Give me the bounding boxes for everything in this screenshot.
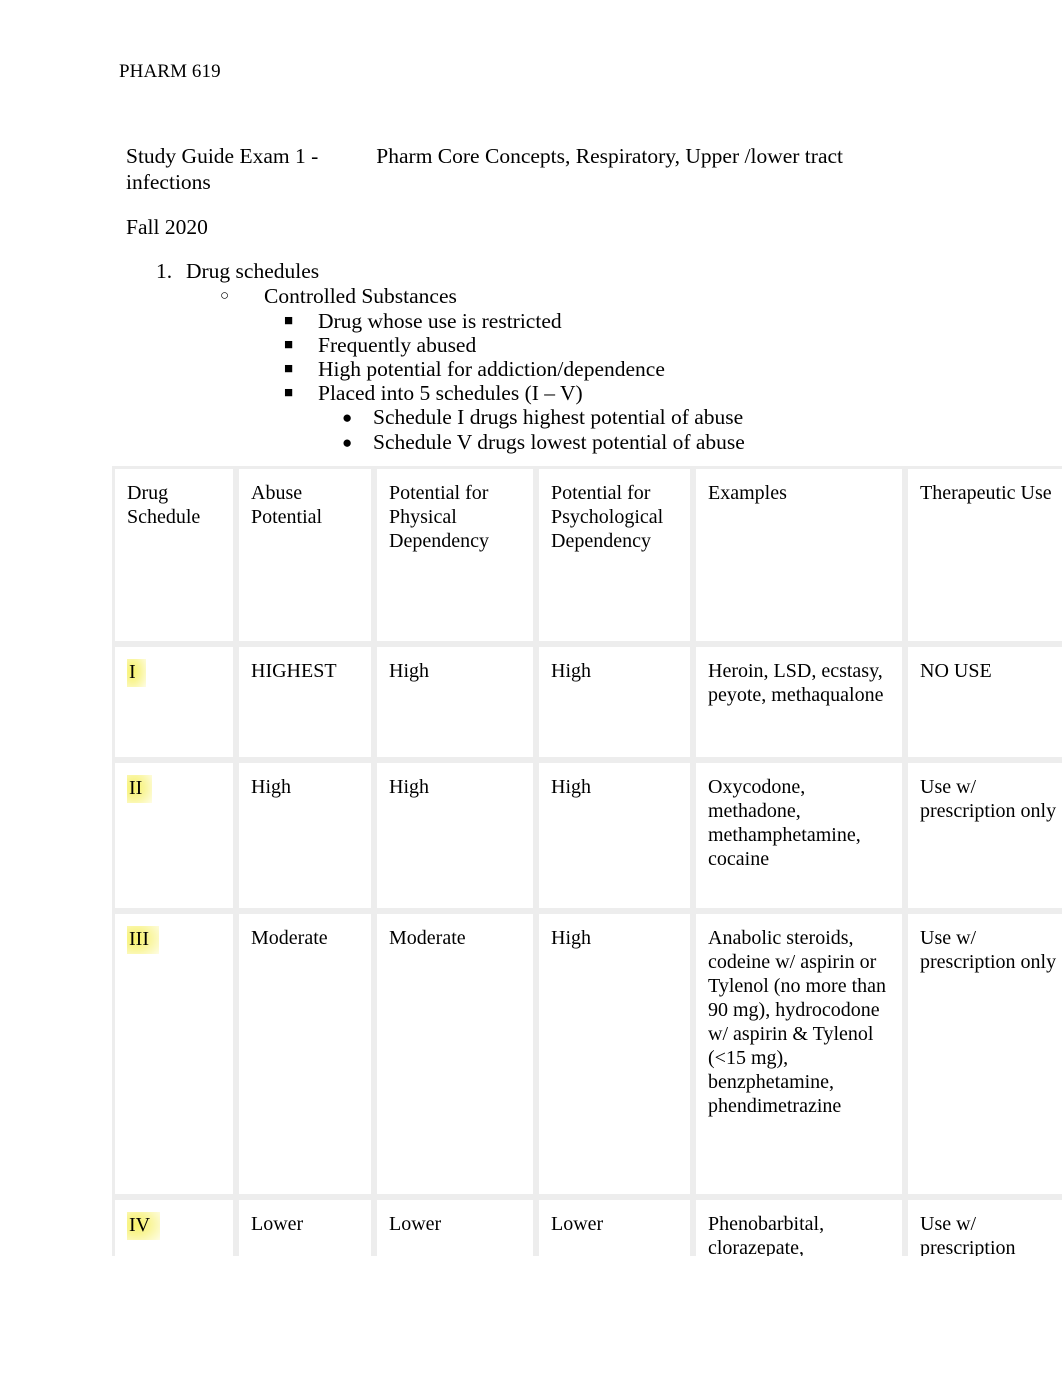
document-page: PHARM 619 Study Guide Exam 1 - Pharm Core… xyxy=(0,0,1062,1377)
schedule-highlight: IV xyxy=(127,1212,161,1240)
table-header-cell-drug-schedule: Drug Schedule xyxy=(112,466,236,644)
outline-item-label: Placed into 5 schedules (I – V) xyxy=(318,381,583,405)
schedule-highlight: II xyxy=(127,775,153,803)
cell-examples: Anabolic steroids, codeine w/ aspirin or… xyxy=(693,911,905,1197)
outline-list: 1. Drug schedules ○ Controlled Substance… xyxy=(126,259,906,455)
cell-physical-dependency: High xyxy=(374,644,536,760)
term-label: Fall 2020 xyxy=(126,215,208,239)
running-head: PHARM 619 xyxy=(119,61,221,82)
cell-therapeutic-use: Use w/ prescription only xyxy=(905,911,1062,1197)
outline-item-label: High potential for addiction/dependence xyxy=(318,357,665,381)
list-marker-square-icon: ■ xyxy=(284,313,294,329)
list-marker-disc-icon: ● xyxy=(342,408,353,427)
cell-examples: Heroin, LSD, ecstasy, peyote, methaqualo… xyxy=(693,644,905,760)
schedule-highlight: I xyxy=(127,659,146,687)
cell-abuse-potential: HIGHEST xyxy=(236,644,374,760)
title-part-1: Study Guide Exam 1 - xyxy=(126,144,319,168)
table-row: I HIGHEST High High Heroin, LSD, ecstasy… xyxy=(112,644,1062,760)
outline-item-label: Controlled Substances xyxy=(264,284,457,308)
outline-item-schedule-i-highest: ● Schedule I drugs highest potential of … xyxy=(342,405,906,430)
cell-psychological-dependency: High xyxy=(536,911,693,1197)
table-header-cell-therapeutic-use: Therapeutic Use xyxy=(905,466,1062,644)
title-part-3: infections xyxy=(126,169,211,194)
table-row: III Moderate Moderate High Anabolic ster… xyxy=(112,911,1062,1197)
outline-item-label: Schedule I drugs highest potential of ab… xyxy=(373,405,744,429)
list-marker-disc-icon: ● xyxy=(342,433,353,452)
table-header-row: Drug Schedule Abuse Potential Potential … xyxy=(112,466,1062,644)
table-row: II High High High Oxycodone, methadone, … xyxy=(112,760,1062,911)
list-marker-square-icon: ■ xyxy=(284,361,294,377)
outline-item-label: Schedule V drugs lowest potential of abu… xyxy=(373,430,745,454)
schedule-highlight: III xyxy=(127,926,159,954)
document-title: Study Guide Exam 1 - Pharm Core Concepts,… xyxy=(126,144,886,195)
cell-abuse-potential: Moderate xyxy=(236,911,374,1197)
cell-examples: Oxycodone, methadone, methamphetamine, c… xyxy=(693,760,905,911)
cell-schedule: III xyxy=(112,911,236,1197)
outline-item-label: Frequently abused xyxy=(318,333,477,357)
cell-schedule: II xyxy=(112,760,236,911)
outline-item-five-schedules: ■ Placed into 5 schedules (I – V) xyxy=(284,381,906,405)
cell-schedule: I xyxy=(112,644,236,760)
outline-item-addiction-dependence: ■ High potential for addiction/dependenc… xyxy=(284,357,906,381)
drug-schedule-table: Drug Schedule Abuse Potential Potential … xyxy=(112,466,1062,1280)
list-marker-square-icon: ■ xyxy=(284,337,294,353)
outline-item-label: Drug schedules xyxy=(186,259,320,283)
table-header-cell-psychological-dependency: Potential for Psychological Dependency xyxy=(536,466,693,644)
cell-physical-dependency: High xyxy=(374,760,536,911)
outline-item-drug-schedules: 1. Drug schedules xyxy=(156,259,906,284)
outline-item-restricted-use: ■ Drug whose use is restricted xyxy=(284,309,906,333)
title-part-2: Pharm Core Concepts, Respiratory, Upper … xyxy=(376,144,843,168)
outline-item-frequently-abused: ■ Frequently abused xyxy=(284,333,906,357)
cell-psychological-dependency: High xyxy=(536,760,693,911)
cell-therapeutic-use: NO USE xyxy=(905,644,1062,760)
cell-physical-dependency: Moderate xyxy=(374,911,536,1197)
table-header-cell-examples: Examples xyxy=(693,466,905,644)
table-header-cell-physical-dependency: Potential for Physical Dependency xyxy=(374,466,536,644)
outline-item-label: Drug whose use is restricted xyxy=(318,309,562,333)
cell-abuse-potential: High xyxy=(236,760,374,911)
cell-therapeutic-use: Use w/ prescription only xyxy=(905,760,1062,911)
page-break-mask xyxy=(0,1256,1062,1377)
list-marker-square-icon: ■ xyxy=(284,385,294,401)
outline-item-controlled-substances: ○ Controlled Substances xyxy=(220,284,906,309)
list-marker-circle-icon: ○ xyxy=(220,288,230,304)
list-marker-decimal: 1. xyxy=(156,259,173,283)
outline-item-schedule-v-lowest: ● Schedule V drugs lowest potential of a… xyxy=(342,430,906,455)
cell-psychological-dependency: High xyxy=(536,644,693,760)
drug-schedule-table-wrapper: Drug Schedule Abuse Potential Potential … xyxy=(112,466,1062,1280)
table-header-cell-abuse-potential: Abuse Potential xyxy=(236,466,374,644)
